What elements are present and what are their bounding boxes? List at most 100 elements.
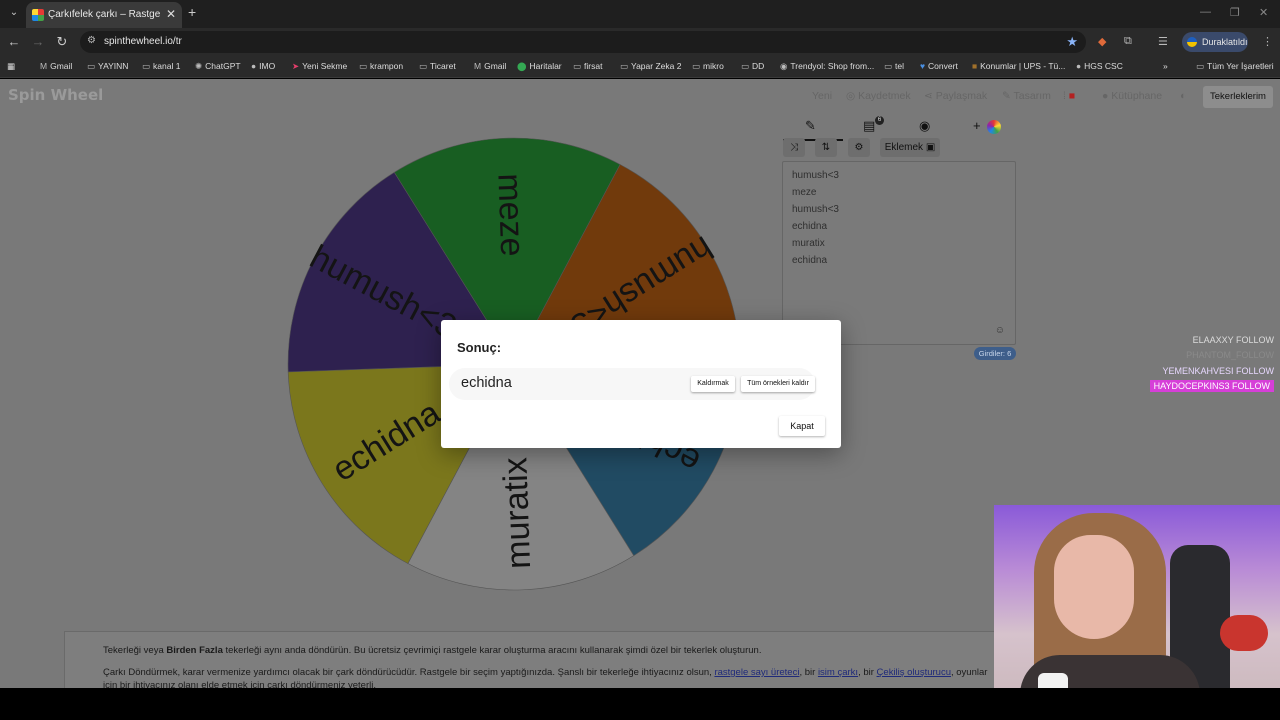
reload-icon[interactable]: ↻: [54, 34, 70, 50]
list-count-badge: 6: [875, 116, 884, 125]
profile-button[interactable]: Duraklatıldı: [1182, 32, 1248, 52]
nav-share[interactable]: ⋖ Paylaşmak: [924, 90, 987, 102]
name-wheel-link[interactable]: isim çarkı: [818, 667, 858, 678]
site-logo[interactable]: Spin Wheel: [8, 86, 103, 104]
all-bookmarks-folder[interactable]: ▭ Tüm Yer İşaretleri: [1196, 61, 1274, 72]
profile-avatar-icon: [1187, 37, 1197, 47]
description-box: Tekerleği veya Birden Fazla tekerleği ay…: [64, 631, 1064, 688]
emoji-icon[interactable]: ☺: [995, 325, 1005, 336]
folder-icon: ▭: [573, 61, 582, 71]
globe-icon: ●: [1076, 61, 1082, 71]
bookmark-item[interactable]: ● IMO: [251, 61, 275, 71]
entries-textarea[interactable]: humush<3 meze humush<3 echidna muratix e…: [782, 161, 1016, 345]
bookmark-item[interactable]: M Gmail: [40, 61, 72, 71]
bookmark-folder[interactable]: ▭ tel: [884, 61, 904, 72]
folder-icon: ▭: [884, 61, 893, 71]
back-icon[interactable]: ←: [6, 34, 22, 49]
remove-all-button[interactable]: Tüm örnekleri kaldır: [741, 376, 815, 392]
bookmark-folder[interactable]: ▭ krampon: [359, 61, 403, 72]
maximize-icon[interactable]: ❐: [1230, 6, 1240, 19]
bookmark-folder[interactable]: ▭ Ticaret: [419, 61, 456, 72]
entry-line: echidna: [792, 221, 828, 232]
bottom-letterbox: [0, 688, 1280, 720]
gmail-icon: M: [40, 61, 48, 71]
chatgpt-icon: ✺: [195, 61, 203, 71]
bookmark-item[interactable]: ➤ Yeni Sekme: [292, 61, 347, 72]
color-wheel-icon[interactable]: [987, 120, 1001, 134]
wheel-slice-label: muratix: [496, 457, 538, 570]
extensions-puzzle-icon[interactable]: ⧉: [1124, 35, 1132, 48]
folder-icon: ▭: [419, 61, 428, 71]
description-line-1: Tekerleği veya Birden Fazla tekerleği ay…: [103, 645, 762, 656]
bookmark-star-icon[interactable]: ★: [1066, 34, 1078, 50]
folder-icon: ▭: [741, 61, 750, 71]
folder-icon: ▭: [692, 61, 701, 71]
settings-gear-icon[interactable]: ⚙: [848, 138, 870, 157]
address-bar[interactable]: ⚙ spinthewheel.io/tr ★: [80, 31, 1086, 53]
bookmark-folder[interactable]: ▭ firsat: [573, 61, 602, 72]
arrow-icon: ➤: [292, 61, 300, 71]
bookmark-item[interactable]: ♥ Convert: [920, 61, 958, 71]
hide-eye-icon[interactable]: ◉: [919, 118, 930, 134]
browser-menu-icon[interactable]: ⋮: [1262, 35, 1273, 48]
bookmark-item[interactable]: ⬤ Haritalar: [517, 61, 562, 72]
bookmark-folder[interactable]: ▭ DD: [741, 61, 764, 72]
media-controls-icon[interactable]: ☰: [1158, 35, 1168, 48]
add-wheel-icon[interactable]: +: [973, 118, 981, 133]
editor-tabs: ✎ ▤ 6 ◉ +: [783, 115, 1017, 141]
trendyol-icon: ◉: [780, 61, 788, 71]
bookmarks-bar: ▦ M Gmail ▭ YAYINN ▭ kanal 1 ✺ ChatGPT ● IMO …: [0, 56, 1280, 78]
close-tab-icon[interactable]: ✕: [166, 7, 176, 21]
entry-line: humush<3: [792, 170, 839, 181]
minimize-icon[interactable]: —: [1200, 6, 1211, 18]
edit-pencil-icon[interactable]: ✎: [805, 118, 816, 134]
close-dialog-button[interactable]: Kapat: [779, 416, 825, 436]
nav-design[interactable]: ✎ Tasarım: [1002, 90, 1051, 102]
nav-save[interactable]: ◎ Kaydetmek: [846, 90, 911, 102]
extension-fox-icon[interactable]: ◆: [1098, 35, 1106, 48]
plush-toy: [1220, 615, 1268, 651]
bookmark-item[interactable]: ● HGS CSC: [1076, 61, 1123, 71]
bookmark-folder[interactable]: ▭ Yapar Zeka 2: [620, 61, 681, 72]
follow-alert-highlight: HAYDOCEPKINS3 FOLLOW: [1149, 380, 1274, 392]
close-window-icon[interactable]: ✕: [1259, 6, 1268, 19]
new-tab-icon[interactable]: +: [188, 4, 196, 20]
bookmark-folder[interactable]: ▭ YAYINN: [87, 61, 128, 72]
random-number-link[interactable]: rastgele sayı üreteci: [714, 667, 799, 678]
raffle-link[interactable]: Çekiliş oluşturucu: [877, 667, 951, 678]
bookmark-item[interactable]: ◉ Trendyol: Shop from...: [780, 61, 874, 72]
entry-line: humush<3: [792, 204, 839, 215]
turkey-flag-icon: ■: [1068, 90, 1076, 102]
streamer-face: [1054, 535, 1134, 639]
shuffle-icon[interactable]: ⤨: [783, 138, 805, 157]
my-wheels-button[interactable]: Tekerleklerim: [1203, 86, 1273, 108]
theme-toggle-icon[interactable]: ◐: [1180, 90, 1186, 102]
nav-new[interactable]: Yeni: [812, 90, 832, 102]
site-info-icon[interactable]: ⚙: [87, 35, 96, 46]
browser-toolbar: ← → ↻ ⚙ spinthewheel.io/tr ★ ◆ ⧉ ☰ Durak…: [0, 28, 1280, 56]
tab-search-icon[interactable]: ⌄: [6, 5, 22, 21]
bookmark-folder[interactable]: ▭ kanal 1: [142, 61, 180, 72]
bookmark-folder[interactable]: ▭ mikro: [692, 61, 724, 72]
gmail-icon: M: [474, 61, 482, 71]
bookmark-item[interactable]: M Gmail: [474, 61, 506, 71]
apps-grid-icon[interactable]: ▦: [7, 61, 15, 72]
add-image-button[interactable]: Eklemek ▣: [880, 138, 940, 157]
sort-icon[interactable]: ⇅: [815, 138, 837, 157]
more-bookmarks-icon[interactable]: »: [1163, 61, 1168, 71]
share-icon: ⋖: [924, 90, 936, 102]
bookmark-item[interactable]: ✺ ChatGPT: [195, 61, 241, 72]
clipboard-list-icon[interactable]: ▤ 6: [863, 116, 884, 134]
forward-icon[interactable]: →: [30, 34, 46, 49]
convert-icon: ♥: [920, 61, 926, 71]
ups-icon: ■: [972, 61, 978, 71]
url-text[interactable]: spinthewheel.io/tr: [104, 36, 182, 47]
remove-button[interactable]: Kaldırmak: [691, 376, 735, 392]
maps-pin-icon: ⬤: [517, 61, 527, 71]
favicon-icon: [32, 9, 44, 21]
active-tab[interactable]: Çarkıfelek çarkı – Rastgele Seçe ✕: [26, 2, 182, 28]
language-selector[interactable]: ⁞ ■: [1063, 90, 1075, 102]
tab-title: Çarkıfelek çarkı – Rastgele Seçe: [48, 9, 160, 20]
nav-library[interactable]: ● Kütüphane: [1102, 90, 1162, 102]
bookmark-item[interactable]: ■ Konumlar | UPS - Tü...: [972, 61, 1065, 71]
